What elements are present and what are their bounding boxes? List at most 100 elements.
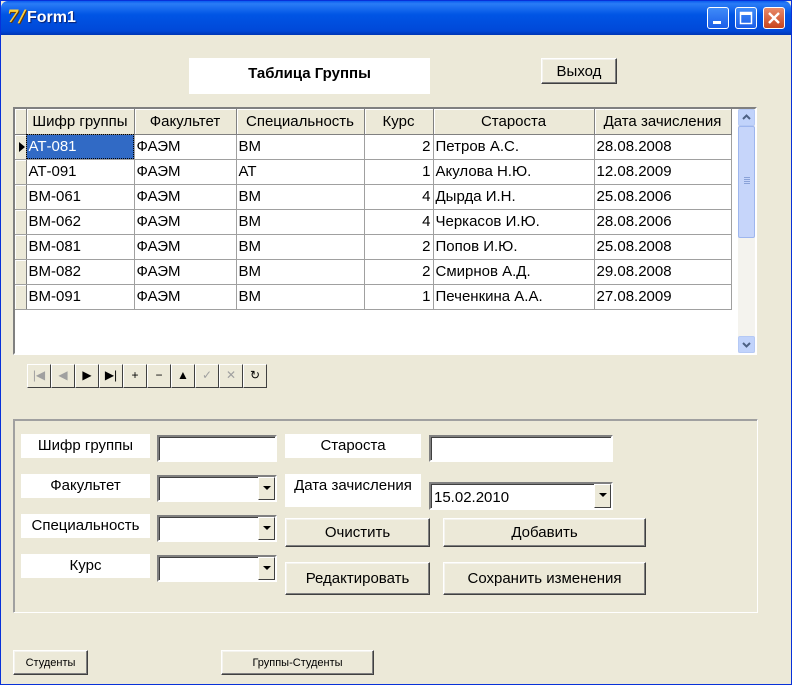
row-indicator[interactable] xyxy=(15,159,27,185)
table-cell[interactable]: ВМ-082 xyxy=(26,259,135,285)
table-row[interactable]: ВМ-091 ФАЭМ ВМ 1 Печенкина А.А. 27.08.2009 xyxy=(15,284,732,310)
headman-input[interactable] xyxy=(429,435,613,462)
row-indicator[interactable] xyxy=(15,284,27,310)
exit-button[interactable]: Выход xyxy=(541,58,617,84)
dropdown-arrow-icon[interactable] xyxy=(594,484,611,508)
edit-record-button[interactable]: Редактировать xyxy=(285,562,430,595)
table-cell[interactable]: ФАЭМ xyxy=(134,184,237,210)
row-indicator[interactable] xyxy=(15,134,27,160)
table-cell[interactable]: ФАЭМ xyxy=(134,234,237,260)
nav-refresh-button[interactable]: ↻ xyxy=(243,364,267,388)
table-row[interactable]: ВМ-061 ФАЭМ ВМ 4 Дырда И.Н. 25.08.2006 xyxy=(15,184,732,210)
table-cell[interactable]: ФАЭМ xyxy=(134,159,237,185)
table-cell[interactable]: ВМ-062 xyxy=(26,209,135,235)
table-cell[interactable]: ВМ xyxy=(236,284,365,310)
row-indicator[interactable] xyxy=(15,234,27,260)
table-cell[interactable]: ВМ xyxy=(236,209,365,235)
save-changes-button[interactable]: Сохранить изменения xyxy=(443,562,646,595)
table-cell[interactable]: ВМ xyxy=(236,184,365,210)
column-header[interactable]: Курс xyxy=(364,109,434,135)
table-cell[interactable]: АТ-091 xyxy=(26,159,135,185)
table-cell[interactable]: ФАЭМ xyxy=(134,134,237,160)
table-row[interactable]: ВМ-062 ФАЭМ ВМ 4 Черкасов И.Ю. 28.08.2006 xyxy=(15,209,732,235)
scroll-up-button[interactable] xyxy=(738,109,755,126)
enroll-date-picker[interactable]: 15.02.2010 xyxy=(429,482,613,510)
group-code-input[interactable] xyxy=(157,435,277,462)
table-cell[interactable]: ВМ xyxy=(236,259,365,285)
table-cell[interactable]: Петров А.С. xyxy=(433,134,595,160)
table-cell[interactable]: Акулова Н.Ю. xyxy=(433,159,595,185)
nav-last-button[interactable]: ▶| xyxy=(99,364,123,388)
table-cell[interactable]: 2 xyxy=(364,259,434,285)
table-cell[interactable]: Печенкина А.А. xyxy=(433,284,595,310)
table-cell[interactable]: ВМ-091 xyxy=(26,284,135,310)
table-cell[interactable]: 27.08.2009 xyxy=(594,284,732,310)
column-header[interactable]: Староста xyxy=(433,109,595,135)
table-cell[interactable]: 2 xyxy=(364,134,434,160)
table-cell[interactable]: ВМ-061 xyxy=(26,184,135,210)
table-cell[interactable]: 25.08.2008 xyxy=(594,234,732,260)
table-cell[interactable]: 2 xyxy=(364,234,434,260)
table-cell[interactable]: ФАЭМ xyxy=(134,209,237,235)
table-cell[interactable]: 12.08.2009 xyxy=(594,159,732,185)
nav-first-button[interactable]: |◀ xyxy=(27,364,51,388)
specialty-combobox[interactable] xyxy=(157,515,277,542)
table-cell[interactable]: 4 xyxy=(364,209,434,235)
groups-students-button[interactable]: Группы-Студенты xyxy=(221,650,374,675)
nav-next-button[interactable]: ▶ xyxy=(75,364,99,388)
row-indicator[interactable] xyxy=(15,209,27,235)
nav-cancel-button[interactable]: ✕ xyxy=(219,364,243,388)
column-header[interactable]: Факультет xyxy=(134,109,237,135)
title-bar[interactable]: 7/ Form1 xyxy=(1,1,791,35)
column-header[interactable]: Дата зачисления xyxy=(594,109,732,135)
nav-prior-button[interactable]: ◀ xyxy=(51,364,75,388)
nav-delete-button[interactable]: − xyxy=(147,364,171,388)
table-cell[interactable]: Черкасов И.Ю. xyxy=(433,209,595,235)
column-header[interactable]: Шифр группы xyxy=(26,109,135,135)
table-row[interactable]: ВМ-081 ФАЭМ ВМ 2 Попов И.Ю. 25.08.2008 xyxy=(15,234,732,260)
table-cell[interactable]: АТ-081 xyxy=(26,134,135,160)
table-cell[interactable]: Дырда И.Н. xyxy=(433,184,595,210)
scroll-down-button[interactable] xyxy=(738,336,755,353)
delphi-app-icon[interactable]: 7/ xyxy=(7,8,25,26)
add-button[interactable]: Добавить xyxy=(443,518,646,547)
grid-vertical-scrollbar[interactable] xyxy=(738,109,755,353)
table-cell[interactable]: 25.08.2006 xyxy=(594,184,732,210)
scroll-thumb[interactable] xyxy=(738,126,755,238)
table-cell[interactable]: 29.08.2008 xyxy=(594,259,732,285)
table-cell[interactable]: Попов И.Ю. xyxy=(433,234,595,260)
table-cell[interactable]: ВМ xyxy=(236,134,365,160)
table-cell[interactable]: АТ xyxy=(236,159,365,185)
faculty-combobox[interactable] xyxy=(157,475,277,502)
table-cell[interactable]: 4 xyxy=(364,184,434,210)
nav-insert-button[interactable]: + xyxy=(123,364,147,388)
nav-edit-button[interactable]: ▲ xyxy=(171,364,195,388)
clear-button[interactable]: Очистить xyxy=(285,518,430,547)
table-cell[interactable]: Смирнов А.Д. xyxy=(433,259,595,285)
students-button[interactable]: Студенты xyxy=(13,650,88,675)
column-header[interactable]: Специальность xyxy=(236,109,365,135)
table-cell[interactable]: 28.08.2008 xyxy=(594,134,732,160)
minimize-button[interactable] xyxy=(707,7,729,29)
table-cell[interactable]: 1 xyxy=(364,159,434,185)
table-cell[interactable]: ВМ xyxy=(236,234,365,260)
close-button[interactable] xyxy=(763,7,785,29)
indicator-header xyxy=(15,109,27,135)
table-row[interactable]: ВМ-082 ФАЭМ ВМ 2 Смирнов А.Д. 29.08.2008 xyxy=(15,259,732,285)
table-cell[interactable]: ФАЭМ xyxy=(134,259,237,285)
row-indicator[interactable] xyxy=(15,259,27,285)
table-row[interactable]: АТ-081 ФАЭМ ВМ 2 Петров А.С. 28.08.2008 xyxy=(15,134,732,160)
maximize-button[interactable] xyxy=(735,7,757,29)
table-cell[interactable]: 28.08.2006 xyxy=(594,209,732,235)
table-cell[interactable]: ФАЭМ xyxy=(134,284,237,310)
nav-post-button[interactable]: ✓ xyxy=(195,364,219,388)
table-row[interactable]: АТ-091 ФАЭМ АТ 1 Акулова Н.Ю. 12.08.2009 xyxy=(15,159,732,185)
table-cell[interactable]: ВМ-081 xyxy=(26,234,135,260)
course-combobox[interactable] xyxy=(157,555,277,582)
row-indicator[interactable] xyxy=(15,184,27,210)
dropdown-arrow-icon[interactable] xyxy=(258,477,275,500)
groups-grid[interactable]: Шифр группы Факультет Специальность Курс… xyxy=(13,107,757,355)
dropdown-arrow-icon[interactable] xyxy=(258,517,275,540)
dropdown-arrow-icon[interactable] xyxy=(258,557,275,580)
table-cell[interactable]: 1 xyxy=(364,284,434,310)
